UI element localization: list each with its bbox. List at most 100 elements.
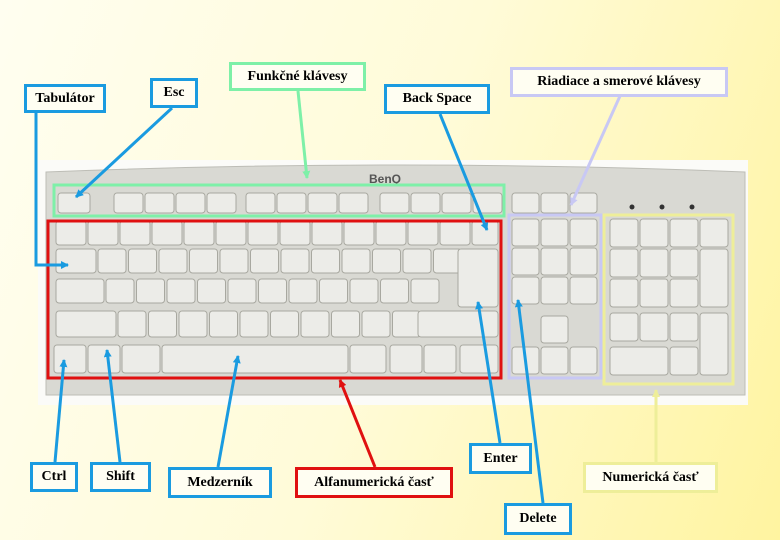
key [441,192,472,214]
key [55,278,105,304]
key [349,278,379,304]
led-indicator [689,204,695,210]
key [669,278,699,308]
key [53,344,87,374]
led-indicator [629,204,635,210]
key [699,312,729,376]
led-indicator [659,204,665,210]
key [55,220,87,246]
key [569,218,598,247]
key [459,344,499,374]
key [128,248,157,274]
key [87,220,119,246]
key [379,192,410,214]
key [669,312,699,342]
key [331,310,360,338]
label-enter: Enter [469,443,532,474]
key [639,312,669,342]
key [197,278,226,304]
key [87,344,121,374]
key [410,278,440,304]
key [407,220,439,246]
label-function-keys: Funkčné klávesy [229,62,366,91]
key [117,310,147,338]
key [639,218,669,248]
key [144,192,175,214]
key [392,310,421,338]
key [166,278,196,304]
key [55,248,97,274]
key [250,248,279,274]
key [349,344,387,374]
label-backspace: Back Space [384,84,490,114]
key [669,346,699,376]
key [151,220,183,246]
key [699,248,729,308]
key [279,220,311,246]
key [609,278,639,308]
key [569,276,598,305]
key [343,220,375,246]
key [417,310,499,338]
key [511,192,540,214]
key [341,248,371,274]
key [55,310,117,338]
key [175,192,206,214]
key [410,192,441,214]
key [136,278,165,304]
key [457,248,499,308]
key [540,276,569,305]
key [121,344,161,374]
key [219,248,249,274]
key [540,218,569,247]
label-esc: Esc [150,78,198,108]
key [300,310,330,338]
key [245,192,276,214]
key [119,220,151,246]
key [569,247,598,276]
key [569,346,598,375]
key [402,248,432,274]
key [97,248,127,274]
key [609,346,669,376]
key [57,192,91,214]
key [311,248,340,274]
key [540,247,569,276]
key [423,344,457,374]
key [669,218,699,248]
key [511,247,540,276]
key [540,315,569,344]
key [372,248,401,274]
key [215,220,247,246]
key [206,192,237,214]
key [609,312,639,342]
key [511,276,540,305]
key [113,192,144,214]
key [189,248,218,274]
key [361,310,391,338]
key [239,310,269,338]
key [609,218,639,248]
label-delete: Delete [504,503,572,535]
key [540,346,569,375]
key [699,218,729,248]
key [609,248,639,278]
key [311,220,343,246]
key [247,220,279,246]
key [639,248,669,278]
label-shift: Shift [90,462,151,492]
key [209,310,238,338]
key [511,218,540,247]
key [319,278,348,304]
key [227,278,257,304]
key [161,344,349,374]
key [276,192,307,214]
key [375,220,407,246]
label-control-arrow-keys: Riadiace a smerové klávesy [510,67,728,97]
key [433,248,462,274]
key [183,220,215,246]
label-alphanumeric: Alfanumerická časť [295,467,453,498]
key [288,278,318,304]
key [669,248,699,278]
key [439,220,471,246]
